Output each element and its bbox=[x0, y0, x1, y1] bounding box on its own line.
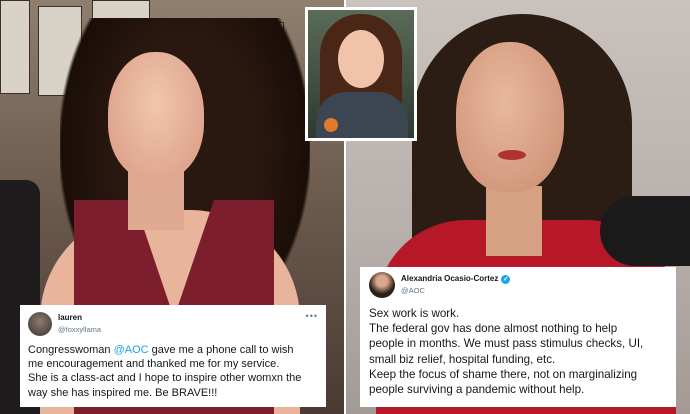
author-name: lauren bbox=[58, 313, 83, 322]
tweet-text-line: people surviving a pandemic without help… bbox=[369, 383, 585, 397]
tweet-text-line: The federal gov has done almost nothing … bbox=[369, 322, 618, 336]
tweet-author: Alexandria Ocasio-Cortez ✓ @AOC bbox=[401, 273, 511, 297]
tweet-text: Congresswoman @AOC gave me a phone call … bbox=[28, 343, 318, 400]
mention-link: @AOC bbox=[113, 344, 149, 356]
tweet-text-part: Congresswoman bbox=[28, 344, 114, 356]
tweet-text-line: small biz relief, hospital funding, etc. bbox=[369, 352, 556, 366]
wall-art bbox=[0, 0, 30, 94]
tweet-text-line: me encouragement and thanked me for my s… bbox=[28, 358, 280, 371]
inset-face bbox=[338, 30, 384, 88]
tweet-header: lauren @foxxyllama bbox=[28, 311, 318, 337]
woman-face bbox=[108, 52, 204, 180]
tweet-text-line: Keep the focus of shame there, not on ma… bbox=[369, 367, 638, 381]
tweet-text-part: gave me a phone call to wish bbox=[148, 344, 294, 356]
author-name: Alexandria Ocasio-Cortez bbox=[401, 274, 499, 283]
author-name-row: Alexandria Ocasio-Cortez ✓ bbox=[401, 273, 511, 285]
microphone bbox=[600, 196, 690, 266]
tweet-header: Alexandria Ocasio-Cortez ✓ @AOC bbox=[369, 272, 667, 298]
inset-photo bbox=[305, 7, 417, 141]
tweet-text-line: She is a class-act and I hope to inspire… bbox=[28, 372, 302, 385]
woman-face bbox=[456, 42, 564, 192]
tweet-author: lauren @foxxyllama bbox=[58, 312, 101, 336]
tweet-text-line: way she has inspired me. Be BRAVE!!! bbox=[28, 386, 218, 399]
verified-badge-icon: ✓ bbox=[501, 274, 511, 284]
star-of-life-badge-icon bbox=[324, 118, 338, 132]
tweet-card-lauren: lauren @foxxyllama ••• Congresswoman @AO… bbox=[20, 305, 326, 407]
news-composite-image: lauren @foxxyllama ••• Congresswoman @AO… bbox=[0, 0, 690, 414]
inset-photo-image bbox=[308, 10, 414, 138]
avatar bbox=[369, 272, 395, 298]
author-handle: @foxxyllama bbox=[58, 325, 102, 334]
tweet-text-line: people in months. We must pass stimulus … bbox=[369, 337, 644, 351]
avatar bbox=[28, 312, 52, 336]
wall-art bbox=[92, 0, 150, 20]
lips bbox=[498, 150, 526, 160]
author-handle: @AOC bbox=[401, 286, 425, 295]
more-options-icon: ••• bbox=[305, 311, 318, 321]
woman-neck bbox=[486, 186, 542, 256]
tweet-text: Sex work is work. The federal gov has do… bbox=[369, 306, 667, 397]
tweet-text-line: Sex work is work. bbox=[369, 307, 460, 320]
tweet-card-aoc: Alexandria Ocasio-Cortez ✓ @AOC Sex work … bbox=[360, 267, 676, 407]
